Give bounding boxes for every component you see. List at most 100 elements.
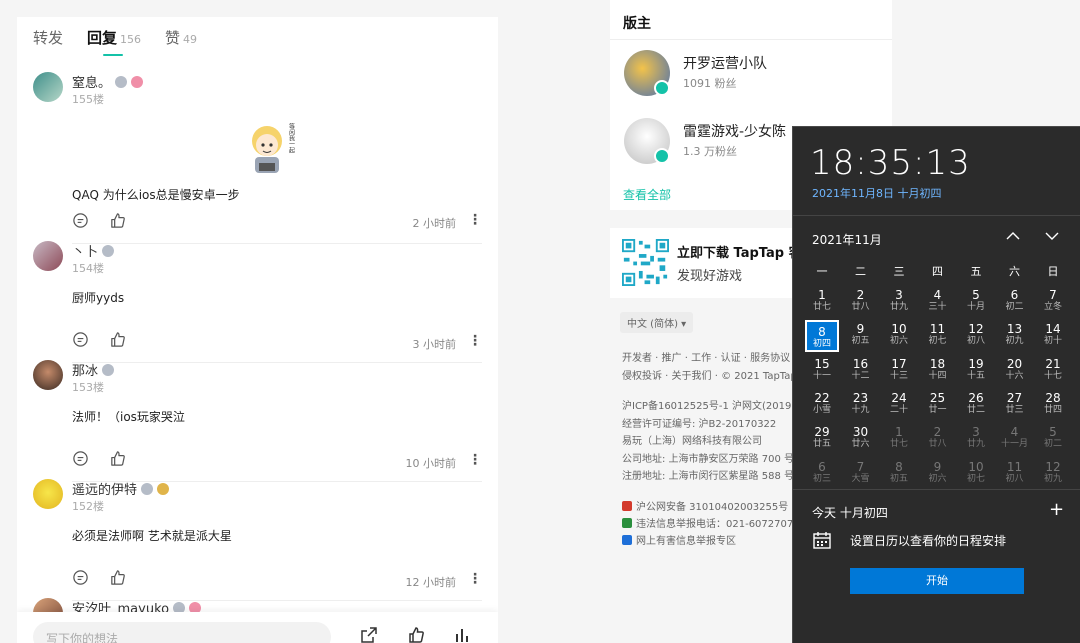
comment-author[interactable]: 那冰 — [72, 360, 115, 379]
calendar-day[interactable]: 4 三十 — [919, 285, 957, 319]
calendar-day[interactable]: 8 初五 — [880, 457, 918, 491]
calendar-day[interactable]: 14 初十 — [1034, 319, 1072, 353]
like-icon[interactable] — [109, 212, 126, 229]
calendar-day[interactable]: 25 廿一 — [919, 388, 957, 422]
like-icon[interactable] — [109, 450, 126, 467]
divider — [793, 489, 1080, 490]
calendar-day[interactable]: 10 初六 — [880, 319, 918, 353]
footer-badge[interactable]: 沪公网安备 31010402003255号 — [622, 498, 788, 513]
like-post-icon[interactable] — [407, 626, 425, 643]
moderator-item[interactable]: 开罗运营小队 1091 粉丝 — [624, 50, 892, 105]
avatar[interactable] — [33, 360, 63, 390]
footer-links[interactable]: 开发者 · 推广 · 工作 · 认证 · 服务协议 · 隐 — [622, 349, 810, 364]
calendar-day[interactable]: 2 廿八 — [842, 285, 880, 319]
footer-badge[interactable]: 违法信息举报电话：021-60727072转 — [622, 515, 810, 530]
chevron-up-icon[interactable] — [1006, 231, 1020, 241]
calendar-day[interactable]: 15 十一 — [803, 354, 841, 388]
calendar-day[interactable]: 6 初二 — [996, 285, 1034, 319]
calendar-day[interactable]: 17 十三 — [880, 354, 918, 388]
more-options-icon[interactable]: ⋮ — [468, 452, 482, 468]
comment-floor: 154楼 — [72, 262, 104, 275]
lunar-date: 大雪 — [851, 473, 870, 484]
calendar-day[interactable]: 18 十四 — [919, 354, 957, 388]
start-button[interactable]: 开始 — [850, 568, 1024, 594]
moderator-name[interactable]: 雷霆游戏-少女陈 — [683, 121, 786, 141]
calendar-day[interactable]: 12 初九 — [1034, 457, 1072, 491]
footer-badge[interactable]: 网上有害信息举报专区 — [622, 532, 736, 547]
calendar-day[interactable]: 2 廿八 — [919, 422, 957, 456]
calendar-day[interactable]: 21 十七 — [1034, 354, 1072, 388]
calendar-day[interactable]: 11 初八 — [996, 457, 1034, 491]
add-event-icon[interactable]: + — [1049, 499, 1064, 520]
calendar-day[interactable]: 9 初五 — [842, 319, 880, 353]
calendar-day[interactable]: 6 初三 — [803, 457, 841, 491]
calendar-day[interactable]: 16 十二 — [842, 354, 880, 388]
reply-icon[interactable] — [72, 569, 89, 586]
tab-replies[interactable]: 回复 156 — [87, 27, 141, 57]
calendar-day[interactable]: 20 十六 — [996, 354, 1034, 388]
see-all-link[interactable]: 查看全部 — [623, 186, 671, 203]
share-icon[interactable] — [360, 626, 378, 643]
calendar-day[interactable]: 5 初二 — [1034, 422, 1072, 456]
comment-actions — [72, 569, 126, 586]
calendar-day[interactable]: 9 初六 — [919, 457, 957, 491]
calendar-day[interactable]: 27 廿三 — [996, 388, 1034, 422]
calendar-day[interactable]: 19 十五 — [957, 354, 995, 388]
day-number: 2 — [856, 288, 865, 302]
footer-icp[interactable]: 沪ICP备16012525号-1 沪网文(2019)35 — [622, 397, 808, 412]
more-options-icon[interactable]: ⋮ — [468, 333, 482, 349]
calendar-day[interactable]: 12 初八 — [957, 319, 995, 353]
calendar-day[interactable]: 11 初七 — [919, 319, 957, 353]
lunar-date: 初十 — [1043, 336, 1062, 347]
tab-likes[interactable]: 赞 49 — [165, 27, 197, 57]
reply-icon[interactable] — [72, 212, 89, 229]
like-icon[interactable] — [109, 569, 126, 586]
calendar-day[interactable]: 7 大雪 — [842, 457, 880, 491]
reply-icon[interactable] — [72, 331, 89, 348]
calendar-day[interactable]: 1 廿七 — [880, 422, 918, 456]
reply-icon[interactable] — [72, 450, 89, 467]
avatar[interactable] — [33, 72, 63, 102]
weekday-label: 一 — [816, 265, 828, 278]
calendar-day[interactable]: 29 廿五 — [803, 422, 841, 456]
calendar-day[interactable]: 3 廿九 — [957, 422, 995, 456]
calendar-day[interactable]: 24 二十 — [880, 388, 918, 422]
day-number: 13 — [1006, 322, 1023, 337]
calendar-day[interactable]: 26 廿二 — [957, 388, 995, 422]
reply-input[interactable]: 写下你的想法 — [33, 622, 331, 643]
like-icon[interactable] — [109, 331, 126, 348]
download-subtitle: 发现好游戏 — [677, 269, 743, 284]
comment-author[interactable]: 遥远的伊特 — [72, 479, 170, 498]
footer-links[interactable]: 侵权投诉 · 关于我们 · © 2021 TapTap — [622, 367, 797, 382]
comment-author[interactable]: 丶卜 — [72, 241, 115, 260]
chevron-down-icon[interactable] — [1045, 231, 1059, 241]
weekday-label: 日 — [1047, 265, 1059, 278]
lunar-date: 廿七 — [889, 439, 908, 450]
calendar-month-label[interactable]: 2021年11月 — [812, 231, 882, 248]
calendar-day[interactable]: 4 十一月 — [996, 422, 1034, 456]
calendar-day-today[interactable]: 8 初四 — [805, 320, 839, 353]
comment-author[interactable]: 窒息。 — [72, 72, 144, 91]
stats-icon[interactable] — [453, 626, 471, 643]
lunar-date: 廿九 — [889, 302, 908, 312]
calendar-day[interactable]: 3 廿九 — [880, 285, 918, 319]
moderator-name[interactable]: 开罗运营小队 — [683, 53, 767, 73]
calendar-day[interactable]: 7 立冬 — [1034, 285, 1072, 319]
more-options-icon[interactable]: ⋮ — [468, 571, 482, 587]
calendar-day[interactable]: 5 十月 — [957, 285, 995, 319]
clock-time: 18:35:13 — [810, 143, 971, 183]
calendar-day[interactable]: 22 小雪 — [803, 388, 841, 422]
calendar-day[interactable]: 28 廿四 — [1034, 388, 1072, 422]
language-select[interactable]: 中文 (简体) ▾ — [620, 312, 694, 333]
calendar-day[interactable]: 1 廿七 — [803, 285, 841, 319]
avatar[interactable] — [33, 241, 63, 271]
calendar-day[interactable]: 10 初七 — [957, 457, 995, 491]
more-options-icon[interactable]: ⋮ — [468, 212, 482, 228]
calendar-day[interactable]: 23 十九 — [842, 388, 880, 422]
tab-repost[interactable]: 转发 — [33, 27, 63, 57]
lunar-date: 十五 — [966, 370, 985, 381]
calendar-day[interactable]: 13 初九 — [996, 319, 1034, 353]
calendar-day[interactable]: 30 廿六 — [842, 422, 880, 456]
clock-date-link[interactable]: 2021年11月8日 十月初四 — [812, 185, 942, 201]
avatar[interactable] — [33, 479, 63, 509]
